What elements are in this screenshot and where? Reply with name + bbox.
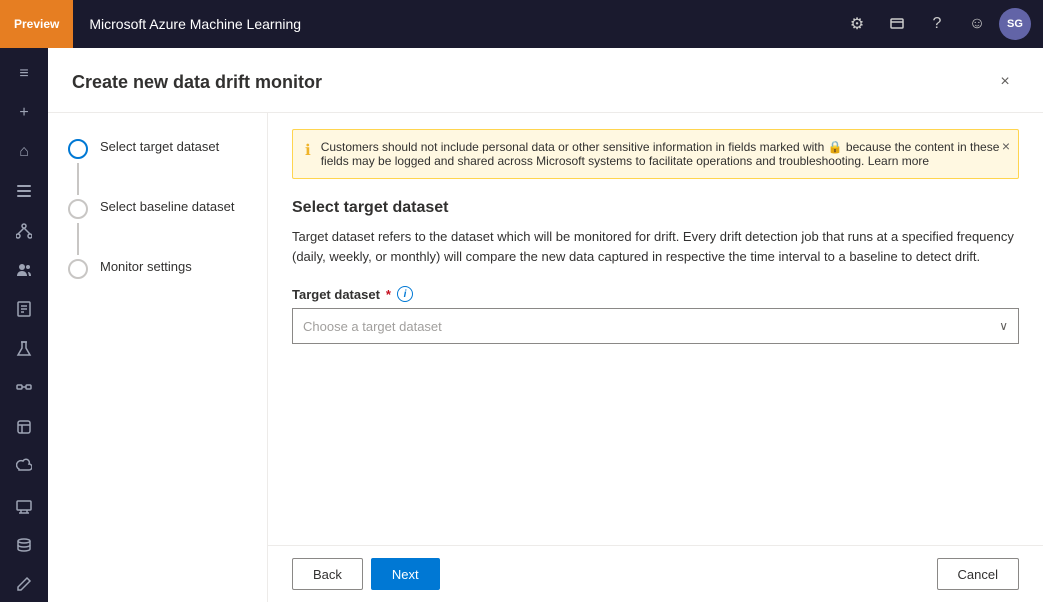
topnav-icons: ⚙ ? ☺ SG	[839, 6, 1043, 42]
sidebar-network-icon[interactable]	[6, 213, 42, 248]
top-navigation: Preview Microsoft Azure Machine Learning…	[0, 0, 1043, 48]
feedback-icon[interactable]: ☺	[959, 6, 995, 42]
sidebar-home-icon[interactable]: ⌂	[6, 135, 42, 170]
steps-panel: Select target dataset Select baseline da…	[48, 113, 268, 602]
warning-banner: ℹ Customers should not include personal …	[292, 129, 1019, 179]
step-1-label: Select target dataset	[100, 137, 219, 154]
section-content: Select target dataset Target dataset ref…	[268, 179, 1043, 545]
settings-icon[interactable]: ⚙	[839, 6, 875, 42]
main-layout: ≡ + ⌂	[0, 48, 1043, 602]
help-icon[interactable]: ?	[919, 6, 955, 42]
required-marker: *	[386, 287, 391, 302]
step-1: Select target dataset	[68, 137, 247, 159]
field-info-icon[interactable]: i	[397, 286, 413, 302]
sidebar-menu-icon[interactable]: ≡	[6, 56, 42, 91]
target-dataset-field: Target dataset * i Choose a target datas…	[292, 286, 1019, 344]
sidebar-compute-icon[interactable]	[6, 488, 42, 523]
step-2: Select baseline dataset	[68, 197, 247, 219]
step-connector-2	[77, 223, 79, 255]
sidebar-experiments-icon[interactable]	[6, 292, 42, 327]
step-2-circle	[68, 199, 88, 219]
step-1-circle	[68, 139, 88, 159]
warning-learn-more-link[interactable]: Learn more	[868, 154, 929, 168]
preview-badge: Preview	[0, 0, 73, 48]
chevron-down-icon: ∨	[999, 319, 1008, 333]
step-3-circle	[68, 259, 88, 279]
step-3: Monitor settings	[68, 257, 247, 279]
warning-info-icon: ℹ	[305, 141, 311, 159]
section-description: Target dataset refers to the dataset whi…	[292, 227, 1019, 266]
field-label: Target dataset * i	[292, 286, 1019, 302]
sidebar-pipeline-icon[interactable]	[6, 370, 42, 405]
sidebar-cloud-icon[interactable]	[6, 449, 42, 484]
dropdown-placeholder: Choose a target dataset	[303, 319, 442, 334]
back-button[interactable]: Back	[292, 558, 363, 590]
warning-close-button[interactable]: ×	[1002, 138, 1010, 154]
sidebar: ≡ + ⌂	[0, 48, 48, 602]
sidebar-flask-icon[interactable]	[6, 331, 42, 366]
step-connector-1	[77, 163, 79, 195]
main-content: Create new data drift monitor × Select t…	[48, 48, 1043, 602]
notifications-icon[interactable]	[879, 6, 915, 42]
sidebar-storage-icon[interactable]	[6, 527, 42, 562]
sidebar-models-icon[interactable]	[6, 410, 42, 445]
content-panel: ℹ Customers should not include personal …	[268, 113, 1043, 602]
dialog-title: Create new data drift monitor	[72, 72, 322, 93]
sidebar-edit-icon[interactable]	[6, 567, 42, 602]
sidebar-users-icon[interactable]	[6, 252, 42, 287]
step-3-label: Monitor settings	[100, 257, 192, 274]
user-avatar[interactable]: SG	[999, 8, 1031, 40]
warning-text: Customers should not include personal da…	[321, 140, 1006, 168]
dialog-header: Create new data drift monitor ×	[48, 48, 1043, 113]
sidebar-add-icon[interactable]: +	[6, 95, 42, 130]
next-button[interactable]: Next	[371, 558, 440, 590]
close-button[interactable]: ×	[991, 68, 1019, 96]
target-dataset-dropdown[interactable]: Choose a target dataset ∨	[292, 308, 1019, 344]
app-title: Microsoft Azure Machine Learning	[73, 16, 839, 32]
cancel-button[interactable]: Cancel	[937, 558, 1019, 590]
section-title: Select target dataset	[292, 199, 1019, 217]
dialog-footer: Back Next Cancel	[268, 545, 1043, 602]
sidebar-list-icon[interactable]	[6, 174, 42, 209]
dialog-body: Select target dataset Select baseline da…	[48, 113, 1043, 602]
step-2-label: Select baseline dataset	[100, 197, 234, 214]
